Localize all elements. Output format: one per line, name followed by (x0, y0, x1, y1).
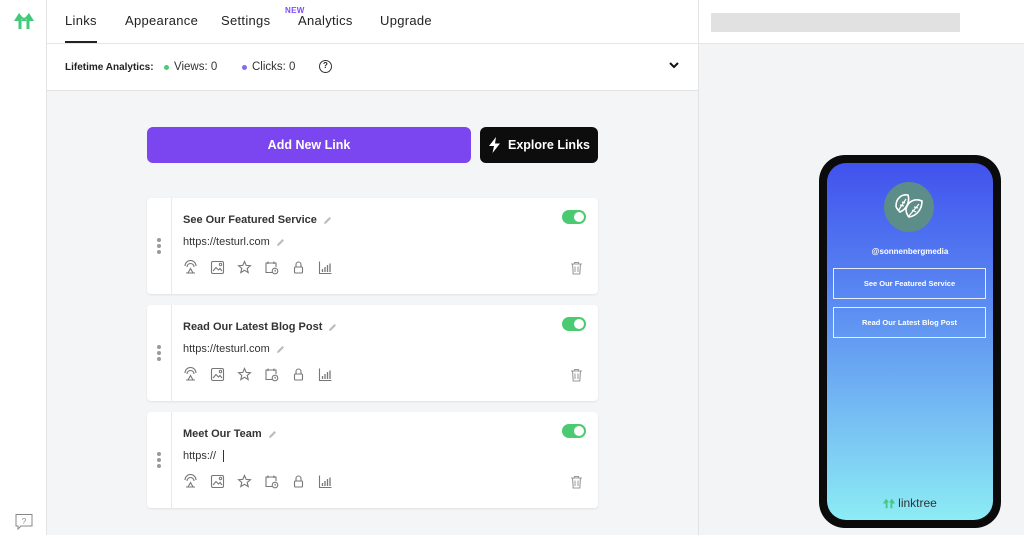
views-dot (164, 64, 169, 70)
schedule-calendar-icon[interactable] (264, 474, 279, 489)
link-enabled-toggle[interactable] (562, 317, 586, 331)
link-title-text: Read Our Latest Blog Post (183, 321, 323, 333)
link-enabled-toggle[interactable] (562, 210, 586, 224)
clicks-dot (242, 64, 247, 70)
clicks-count: Clicks: 0 (252, 61, 296, 73)
phone-preview: @sonnenbergmedia See Our Featured Servic… (819, 155, 1001, 528)
link-url-text: https://testurl.com (183, 236, 270, 248)
tab-links[interactable]: Links (65, 13, 97, 43)
link-title-text: Meet Our Team (183, 428, 262, 440)
link-options (183, 260, 333, 275)
star-icon[interactable] (237, 367, 252, 382)
help-chat-icon[interactable]: ? (14, 513, 34, 531)
leaf-logo-icon (895, 194, 923, 218)
thumbnail-spark-icon[interactable] (183, 367, 198, 382)
drag-handle[interactable] (147, 198, 172, 294)
left-rail: ? (0, 0, 47, 535)
link-enabled-toggle[interactable] (562, 424, 586, 438)
preview-panel: @sonnenbergmedia See Our Featured Servic… (698, 0, 1024, 535)
link-title[interactable]: Read Our Latest Blog Post (183, 321, 337, 333)
trash-icon[interactable] (570, 261, 583, 275)
edit-pencil-icon[interactable] (323, 216, 332, 225)
linktree-logo-icon[interactable] (14, 12, 34, 30)
link-title[interactable]: See Our Featured Service (183, 214, 332, 226)
link-url-input[interactable]: https:// (183, 450, 225, 462)
profile-username: @sonnenbergmedia (871, 247, 949, 256)
drag-dots-icon (157, 452, 161, 468)
tab-upgrade[interactable]: Upgrade (380, 13, 432, 28)
lock-icon[interactable] (291, 367, 306, 382)
avatar (884, 182, 934, 232)
link-options (183, 367, 333, 382)
edit-pencil-icon[interactable] (268, 430, 277, 439)
image-icon[interactable] (210, 474, 225, 489)
lock-icon[interactable] (291, 260, 306, 275)
lock-icon[interactable] (291, 474, 306, 489)
linktree-footer[interactable]: linktree (827, 496, 993, 510)
thumbnail-spark-icon[interactable] (183, 260, 198, 275)
add-new-link-button[interactable]: Add New Link (147, 127, 471, 163)
tab-settings[interactable]: Settings (221, 13, 270, 28)
image-icon[interactable] (210, 367, 225, 382)
explore-links-button[interactable]: Explore Links (480, 127, 598, 163)
chevron-down-icon[interactable] (667, 58, 681, 72)
link-title[interactable]: Meet Our Team (183, 428, 277, 440)
text-cursor (223, 450, 225, 462)
phone-screen: @sonnenbergmedia See Our Featured Servic… (827, 163, 993, 520)
star-icon[interactable] (237, 260, 252, 275)
schedule-calendar-icon[interactable] (264, 367, 279, 382)
explore-links-label: Explore Links (508, 138, 590, 152)
linktree-footer-icon (883, 498, 896, 508)
analytics-bars-icon[interactable] (318, 367, 333, 382)
edit-pencil-icon[interactable] (328, 323, 337, 332)
main-panel: Links Appearance Settings NEW Analytics … (47, 0, 698, 535)
drag-handle[interactable] (147, 305, 172, 401)
lightning-icon (489, 137, 500, 153)
views-stat: Views: 0 (164, 61, 217, 73)
link-card: Meet Our Team https:// (147, 412, 598, 508)
tab-appearance[interactable]: Appearance (125, 13, 198, 28)
preview-header (699, 0, 1024, 44)
linktree-admin: ? Links Appearance Settings NEW Analytic… (0, 0, 1024, 535)
analytics-label: Lifetime Analytics: (65, 62, 154, 73)
top-nav: Links Appearance Settings NEW Analytics … (47, 0, 698, 44)
svg-text:?: ? (22, 517, 27, 526)
analytics-bars-icon[interactable] (318, 474, 333, 489)
schedule-calendar-icon[interactable] (264, 260, 279, 275)
preview-link-button[interactable]: Read Our Latest Blog Post (833, 307, 986, 338)
link-card: Read Our Latest Blog Post https://testur… (147, 305, 598, 401)
trash-icon[interactable] (570, 475, 583, 489)
edit-pencil-icon[interactable] (276, 238, 285, 247)
linktree-wordmark: linktree (898, 496, 937, 510)
thumbnail-spark-icon[interactable] (183, 474, 198, 489)
edit-pencil-icon[interactable] (276, 345, 285, 354)
lifetime-analytics-bar[interactable]: Lifetime Analytics: Views: 0 Clicks: 0 ? (47, 44, 698, 91)
tab-analytics[interactable]: Analytics (298, 13, 353, 28)
image-icon[interactable] (210, 260, 225, 275)
link-url[interactable]: https://testurl.com (183, 236, 285, 248)
star-icon[interactable] (237, 474, 252, 489)
views-count: Views: 0 (174, 61, 218, 73)
link-url-text: https:// (183, 450, 217, 462)
analytics-bars-icon[interactable] (318, 260, 333, 275)
drag-dots-icon (157, 345, 161, 361)
link-title-text: See Our Featured Service (183, 214, 317, 226)
link-url[interactable]: https://testurl.com (183, 343, 285, 355)
link-options (183, 474, 333, 489)
link-url-text: https://testurl.com (183, 343, 270, 355)
trash-icon[interactable] (570, 368, 583, 382)
preview-link-button[interactable]: See Our Featured Service (833, 268, 986, 299)
link-card: See Our Featured Service https://testurl… (147, 198, 598, 294)
question-icon[interactable]: ? (319, 60, 332, 73)
clicks-stat: Clicks: 0 (242, 61, 295, 73)
profile-url-placeholder[interactable] (711, 13, 960, 32)
drag-dots-icon (157, 238, 161, 254)
drag-handle[interactable] (147, 412, 172, 508)
